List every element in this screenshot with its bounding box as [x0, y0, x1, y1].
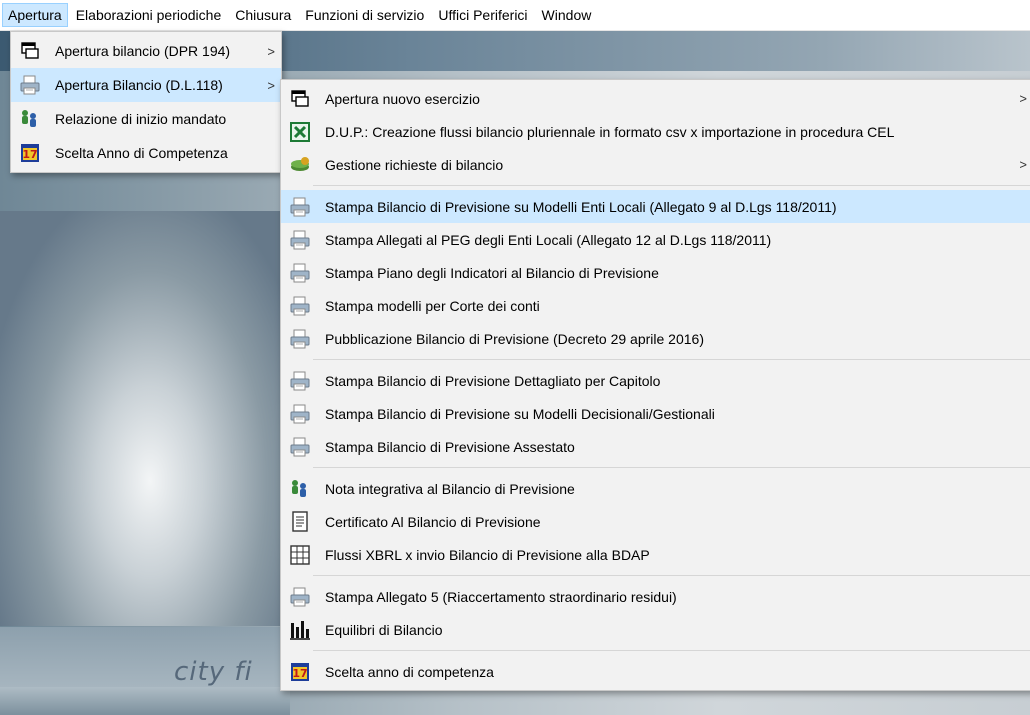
menu-item-label: D.U.P.: Creazione flussi bilancio plurie…: [325, 123, 895, 140]
menu-item-stampa-bilancio-modelli-enti-locali[interactable]: Stampa Bilancio di Previsione su Modelli…: [281, 190, 1030, 223]
submenu-arrow-icon: >: [1019, 91, 1027, 106]
menu-item-stampa-piano-indicatori[interactable]: Stampa Piano degli Indicatori al Bilanci…: [281, 256, 1030, 289]
menu-elaborazioni-periodiche[interactable]: Elaborazioni periodiche: [70, 3, 228, 27]
menu-item-label: Stampa Allegato 5 (Riaccertamento straor…: [325, 588, 677, 605]
people-icon: [289, 478, 311, 500]
document-icon: [289, 510, 311, 533]
menu-window[interactable]: Window: [536, 3, 598, 27]
menu-separator: [313, 575, 1030, 576]
menu-apertura[interactable]: Apertura: [2, 3, 68, 27]
menu-chiusura[interactable]: Chiusura: [229, 3, 297, 27]
menu-separator: [313, 359, 1030, 360]
menu-item-stampa-allegato-5[interactable]: Stampa Allegato 5 (Riaccertamento straor…: [281, 580, 1030, 613]
menu-item-label: Equilibri di Bilancio: [325, 621, 443, 638]
submenu-arrow-icon: >: [267, 43, 275, 59]
menu-item-apertura-bilancio-dl118[interactable]: Apertura Bilancio (D.L.118) >: [11, 68, 281, 102]
window-icon: [289, 88, 311, 110]
printer-icon: [289, 586, 311, 608]
menu-item-label: Flussi XBRL x invio Bilancio di Previsio…: [325, 546, 650, 563]
bar-chart-icon: [289, 619, 311, 641]
menu-item-stampa-modelli-corte-conti[interactable]: Stampa modelli per Corte dei conti: [281, 289, 1030, 322]
menu-item-flussi-xbrl[interactable]: Flussi XBRL x invio Bilancio di Previsio…: [281, 538, 1030, 571]
menu-separator: [313, 650, 1030, 651]
submenu-arrow-icon: >: [1019, 157, 1027, 172]
printer-icon: [289, 370, 311, 392]
menu-item-label: Scelta anno di competenza: [325, 663, 494, 680]
printer-icon: [289, 403, 311, 425]
menu-separator: [313, 467, 1030, 468]
brand-logo-text: city fi: [174, 657, 253, 687]
printer-icon: [289, 196, 311, 218]
menu-item-label: Apertura nuovo esercizio: [325, 90, 480, 107]
background-photo: [0, 211, 290, 626]
menu-item-scelta-anno-competenza[interactable]: Scelta Anno di Competenza: [11, 136, 281, 170]
menu-item-label: Apertura Bilancio (D.L.118): [55, 77, 223, 93]
menu-item-pubblicazione-bilancio[interactable]: Pubblicazione Bilancio di Previsione (De…: [281, 322, 1030, 355]
printer-icon: [289, 229, 311, 251]
menu-bar: Apertura Elaborazioni periodiche Chiusur…: [0, 0, 1030, 31]
menu-item-scelta-anno-competenza-2[interactable]: Scelta anno di competenza: [281, 655, 1030, 688]
excel-icon: [289, 120, 311, 143]
money-icon: [289, 154, 311, 176]
menu-item-label: Stampa modelli per Corte dei conti: [325, 297, 540, 314]
menu-item-label: Scelta Anno di Competenza: [55, 145, 228, 161]
menu-item-stampa-modelli-decisionali[interactable]: Stampa Bilancio di Previsione su Modelli…: [281, 397, 1030, 430]
menu-item-stampa-dettagliato-capitolo[interactable]: Stampa Bilancio di Previsione Dettagliat…: [281, 364, 1030, 397]
menu-item-apertura-nuovo-esercizio[interactable]: Apertura nuovo esercizio >: [281, 82, 1030, 115]
menu-item-label: Gestione richieste di bilancio: [325, 156, 504, 173]
menu-item-dup-flussi-csv[interactable]: D.U.P.: Creazione flussi bilancio plurie…: [281, 115, 1030, 148]
printer-icon: [19, 74, 41, 96]
menu-item-nota-integrativa[interactable]: Nota integrativa al Bilancio di Previsio…: [281, 472, 1030, 505]
menu-uffici-periferici[interactable]: Uffici Periferici: [432, 3, 533, 27]
menu-item-label: Stampa Bilancio di Previsione su Modelli…: [325, 405, 715, 422]
menu-item-apertura-bilancio-dpr194[interactable]: Apertura bilancio (DPR 194) >: [11, 34, 281, 68]
printer-icon: [289, 436, 311, 458]
menu-item-stampa-assestato[interactable]: Stampa Bilancio di Previsione Assestato: [281, 430, 1030, 463]
apertura-bilancio-dl118-submenu: Apertura nuovo esercizio > D.U.P.: Creaz…: [280, 79, 1030, 691]
menu-item-label: Stampa Bilancio di Previsione Assestato: [325, 438, 575, 455]
menu-item-label: Apertura bilancio (DPR 194): [55, 43, 231, 59]
menu-item-label: Certificato Al Bilancio di Previsione: [325, 513, 541, 530]
menu-funzioni-di-servizio[interactable]: Funzioni di servizio: [299, 3, 430, 27]
menu-item-label: Stampa Piano degli Indicatori al Bilanci…: [325, 264, 659, 281]
printer-icon: [289, 262, 311, 284]
menu-item-label: Pubblicazione Bilancio di Previsione (De…: [325, 330, 704, 347]
menu-item-stampa-allegati-peg[interactable]: Stampa Allegati al PEG degli Enti Locali…: [281, 223, 1030, 256]
printer-icon: [289, 295, 311, 317]
calendar-icon: [289, 661, 311, 683]
menu-item-label: Stampa Allegati al PEG degli Enti Locali…: [325, 231, 772, 248]
menu-separator: [313, 185, 1030, 186]
menu-item-gestione-richieste-bilancio[interactable]: Gestione richieste di bilancio >: [281, 148, 1030, 181]
window-icon: [19, 40, 41, 62]
menu-item-label: Relazione di inizio mandato: [55, 111, 227, 127]
menu-item-label: Stampa Bilancio di Previsione su Modelli…: [325, 198, 837, 215]
menu-item-relazione-inizio-mandato[interactable]: Relazione di inizio mandato: [11, 102, 281, 136]
menu-item-certificato-bilancio[interactable]: Certificato Al Bilancio di Previsione: [281, 505, 1030, 538]
menu-item-equilibri-bilancio[interactable]: Equilibri di Bilancio: [281, 613, 1030, 646]
menu-item-label: Stampa Bilancio di Previsione Dettagliat…: [325, 372, 661, 389]
apertura-dropdown-menu: Apertura bilancio (DPR 194) > Apertura B…: [10, 31, 282, 173]
submenu-arrow-icon: >: [267, 77, 275, 93]
people-icon: [19, 108, 41, 130]
background-strip-bottom: [0, 687, 290, 715]
printer-icon: [289, 328, 311, 350]
menu-item-label: Nota integrativa al Bilancio di Previsio…: [325, 480, 575, 497]
grid-icon: [289, 544, 311, 566]
calendar-icon: [19, 142, 41, 164]
